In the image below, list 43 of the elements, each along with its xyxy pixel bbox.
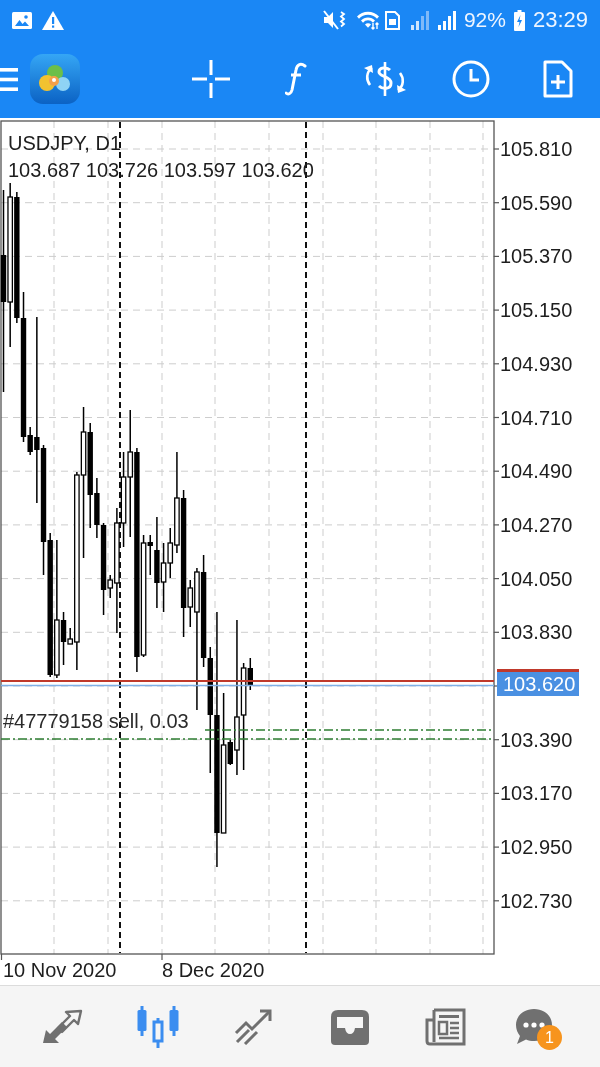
app-logo-icon[interactable] bbox=[30, 54, 80, 104]
price-axis-label: 104.050 bbox=[500, 567, 573, 590]
price-axis-label: 102.950 bbox=[500, 836, 573, 859]
newspaper-icon[interactable] bbox=[425, 1006, 467, 1047]
price-axis-label: 104.270 bbox=[500, 513, 573, 536]
double-arrow-icon[interactable] bbox=[41, 1008, 83, 1045]
trend-arrow-icon[interactable] bbox=[234, 1008, 274, 1045]
price-axis-label: 105.370 bbox=[500, 245, 573, 268]
dollar-arrows-icon[interactable] bbox=[362, 61, 408, 97]
price-axis-label: 104.710 bbox=[500, 406, 573, 429]
price-axis-label: 103.170 bbox=[500, 782, 573, 805]
price-axis-label: 105.810 bbox=[500, 138, 573, 160]
function-icon[interactable] bbox=[285, 62, 307, 96]
clock-icon[interactable] bbox=[452, 60, 490, 98]
price-axis-label: 104.490 bbox=[500, 460, 573, 483]
sim-card-icon bbox=[384, 10, 400, 30]
mute-vibrate-icon bbox=[322, 10, 347, 30]
crosshair-icon[interactable] bbox=[192, 60, 230, 98]
gallery-icon bbox=[12, 11, 32, 29]
date-axis-label: 8 Dec 2020 bbox=[162, 959, 265, 981]
warning-icon bbox=[42, 10, 64, 30]
add-document-icon[interactable] bbox=[543, 60, 573, 98]
notification-badge: 1 bbox=[537, 1024, 562, 1050]
current-price-tag: 103.620 bbox=[497, 669, 580, 696]
price-axis-label: 102.730 bbox=[500, 889, 573, 912]
ohlc-values: 103.687 103.726 103.597 103.620 bbox=[8, 159, 314, 181]
clock-time: 23:29 bbox=[532, 8, 588, 32]
order-label: #47779158 sell, 0.03 bbox=[3, 710, 189, 732]
signal-icon bbox=[410, 10, 431, 30]
inbox-tray-icon[interactable] bbox=[329, 1007, 371, 1046]
candlestick-icon[interactable] bbox=[136, 1005, 180, 1048]
battery-percent: 92% bbox=[463, 8, 506, 32]
symbol-timeframe-label: USDJPY, D1 bbox=[8, 132, 121, 154]
wifi-icon bbox=[355, 10, 380, 30]
battery-charging-icon bbox=[513, 9, 525, 31]
signal-icon bbox=[437, 10, 458, 30]
price-axis-label: 105.590 bbox=[500, 191, 573, 214]
price-axis-label: 103.390 bbox=[500, 728, 573, 751]
price-axis-label: 103.830 bbox=[500, 621, 573, 644]
menu-icon[interactable] bbox=[0, 67, 18, 91]
price-axis-label: 104.930 bbox=[500, 352, 573, 375]
price-axis-label: 105.150 bbox=[500, 299, 573, 322]
date-axis-label: 10 Nov 2020 bbox=[3, 959, 117, 981]
